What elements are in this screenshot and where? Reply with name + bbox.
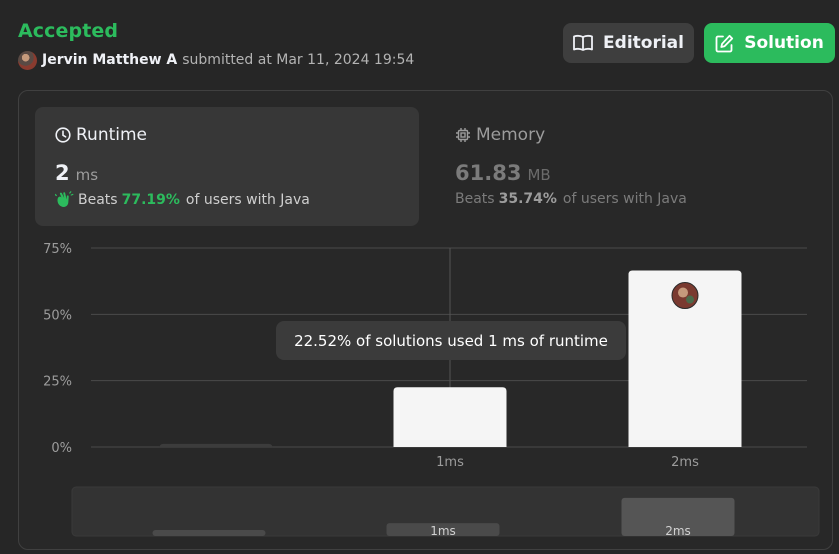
editorial-button[interactable]: Editorial	[563, 23, 694, 63]
result-panel: Runtime 2 ms Beats 77.19% of users with …	[18, 90, 833, 550]
tooltip-text: 22.52% of solutions used 1 ms of runtime	[294, 332, 608, 350]
submitted-time: submitted at Mar 11, 2024 19:54	[182, 52, 415, 68]
edit-icon	[715, 34, 734, 52]
x-tick-label: 2ms	[671, 455, 699, 470]
x-tick-label: 1ms	[436, 455, 464, 470]
avatar-detail	[686, 295, 694, 304]
y-tick-label: 25%	[43, 375, 72, 390]
avatar-face	[678, 287, 688, 298]
user-name-link[interactable]: Jervin Matthew A	[42, 52, 177, 68]
runtime-distribution-chart[interactable]: 75% 50% 25% 0% 1ms 2ms 1ms 2ms 22.52% of solutio…	[19, 91, 832, 549]
user-avatar[interactable]	[18, 50, 37, 70]
solution-button[interactable]: Solution	[704, 23, 835, 63]
solution-label: Solution	[744, 33, 824, 53]
book-icon	[573, 34, 593, 51]
navigator-label: 2ms	[665, 524, 691, 538]
status-accepted: Accepted	[18, 20, 119, 42]
y-tick-label: 75%	[43, 242, 72, 257]
y-tick-label: 0%	[51, 441, 72, 456]
submission-info: Jervin Matthew A submitted at Mar 11, 20…	[18, 50, 414, 70]
y-tick-label: 50%	[43, 308, 72, 323]
navigator-label: 1ms	[430, 524, 456, 538]
navigator-bar	[152, 530, 266, 536]
editorial-label: Editorial	[603, 33, 684, 53]
chart-bar[interactable]	[393, 387, 507, 447]
